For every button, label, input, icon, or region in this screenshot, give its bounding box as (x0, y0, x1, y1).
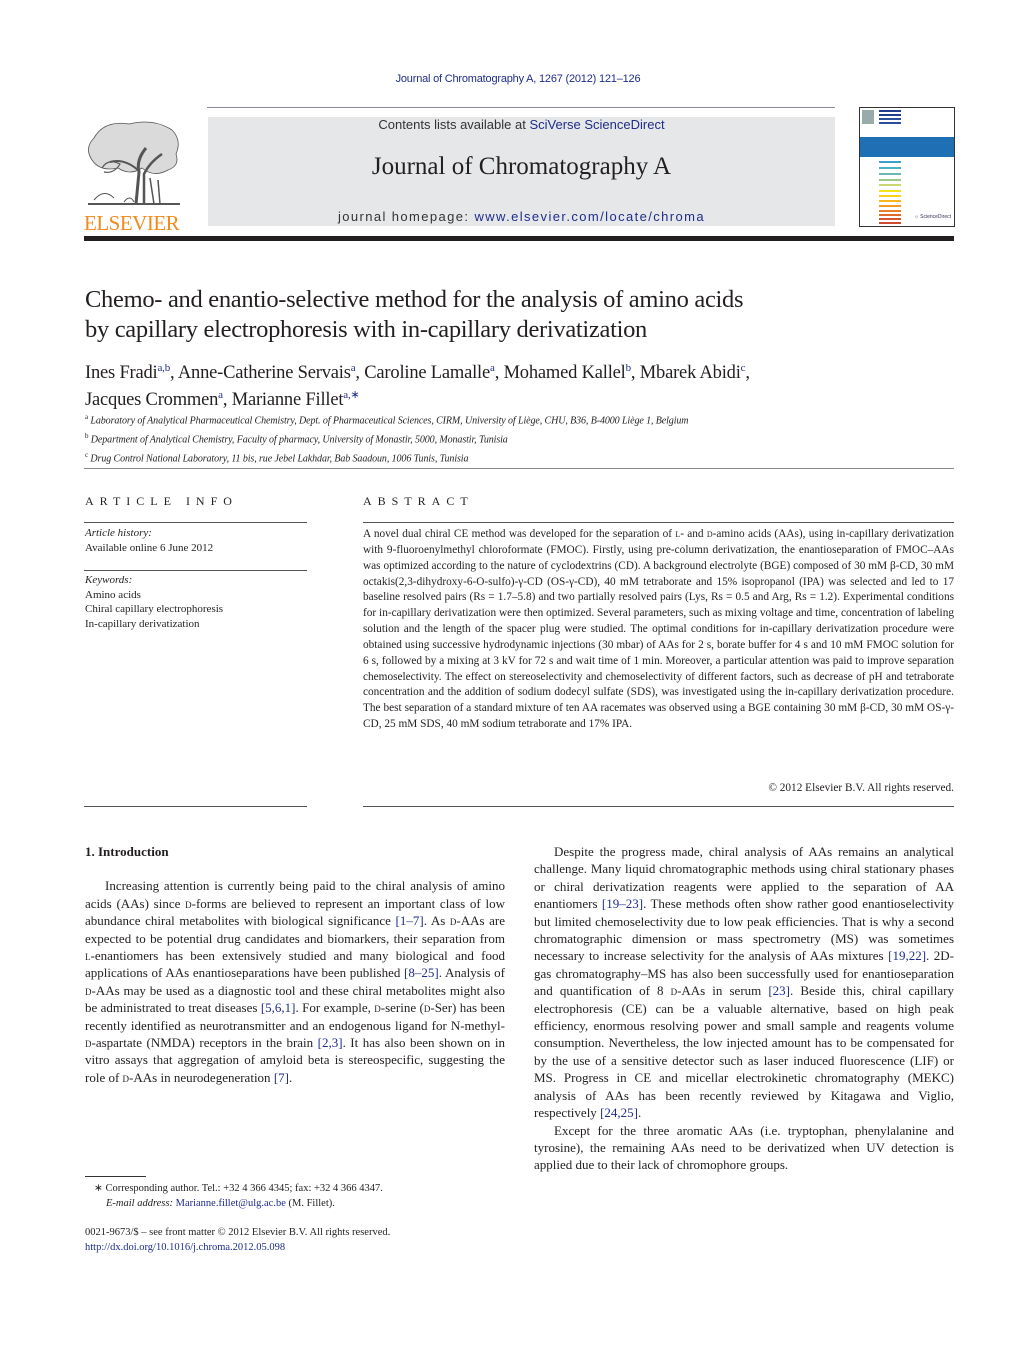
author-list: Ines Fradia,b, Anne-Catherine Servaisa, … (85, 362, 750, 411)
abstract-copyright: © 2012 Elsevier B.V. All rights reserved… (768, 782, 954, 794)
cover-stripe (879, 110, 901, 112)
body-column-right: Despite the progress made, chiral analys… (534, 843, 954, 1174)
reference-link[interactable]: [2,3] (318, 1035, 343, 1050)
body-paragraph: Despite the progress made, chiral analys… (534, 844, 955, 1121)
body-column-left: 1. Introduction Increasing attention is … (85, 843, 505, 1086)
publisher-logo[interactable]: ELSEVIER (84, 118, 186, 235)
keyword: Amino acids (85, 588, 141, 601)
cover-stripe (879, 200, 901, 202)
author-affiliation-marker[interactable]: a (490, 362, 495, 374)
reference-link[interactable]: [24,25] (600, 1105, 638, 1120)
author-name: Jacques Crommen (85, 390, 219, 411)
keywords-rule (84, 570, 307, 571)
cover-stripe (879, 173, 901, 175)
author-affiliation-marker[interactable]: b (626, 362, 632, 374)
reference-link[interactable]: [8–25] (404, 965, 439, 980)
keywords-block: Keywords: Amino acids Chiral capillary e… (85, 573, 307, 631)
reference-link[interactable]: [7] (274, 1070, 289, 1085)
cover-title-band (860, 137, 954, 157)
cover-stripe (879, 167, 901, 169)
article-info-heading: ARTICLE INFO (85, 494, 238, 508)
cover-stripe (879, 222, 901, 224)
header-rule (207, 107, 835, 108)
reference-link[interactable]: [23] (768, 983, 790, 998)
cover-elsevier-icon (862, 110, 874, 124)
affiliation: b Department of Analytical Chemistry, Fa… (85, 431, 508, 446)
homepage-link[interactable]: www.elsevier.com/locate/chroma (474, 209, 705, 224)
cover-stripe (879, 214, 901, 216)
author-email-link[interactable]: Marianne.fillet@ulg.ac.be (176, 1198, 286, 1209)
author-name: Mbarek Abidi (639, 363, 741, 384)
affiliation: a Laboratory of Analytical Pharmaceutica… (85, 413, 689, 427)
article-info-bottom-rule (84, 806, 307, 807)
affiliation: c Drug Control National Laboratory, 11 b… (85, 450, 469, 464)
abstract-text: A novel dual chiral CE method was develo… (363, 528, 954, 731)
keyword: Chiral capillary electrophoresis (85, 603, 224, 615)
cover-stripe (879, 195, 901, 197)
author-affiliation-marker[interactable]: a,∗ (343, 389, 359, 401)
cover-stripe (879, 184, 901, 186)
author-affiliation-marker[interactable]: a (218, 389, 223, 401)
cover-sciencedirect-icon: ☼ ScienceDirect (914, 214, 951, 220)
abstract-heading: ABSTRACT (363, 494, 474, 508)
contents-line: Contents lists available at SciVerse Sci… (378, 117, 665, 132)
corresponding-author-footnote: ∗ Corresponding author. Tel.: +32 4 366 … (94, 1183, 383, 1209)
cover-stripe (879, 179, 901, 181)
author-name: Marianne Fillet (231, 390, 344, 411)
reference-link[interactable]: [19–23] (602, 896, 643, 911)
abstract-bottom-rule (363, 806, 954, 807)
cover-stripe (879, 205, 901, 207)
affiliation-list: a Laboratory of Analytical Pharmaceutica… (85, 410, 955, 466)
author-affiliation-marker[interactable]: a,b (158, 362, 171, 374)
header-thick-rule (84, 236, 954, 241)
footnote-rule (85, 1176, 146, 1177)
journal-cover-icon[interactable]: ☼ ScienceDirect (859, 107, 955, 227)
cover-stripe (879, 218, 901, 220)
cover-stripe (879, 161, 901, 163)
body-paragraph: Except for the three aromatic AAs (i.e. … (534, 1122, 954, 1173)
reference-link[interactable]: [1–7] (396, 913, 424, 928)
front-matter: 0021-9673/$ – see front matter © 2012 El… (85, 1227, 391, 1253)
cover-stripe (879, 190, 901, 192)
author-name: Caroline Lamalle (364, 363, 491, 384)
doi-link[interactable]: http://dx.doi.org/10.1016/j.chroma.2012.… (85, 1242, 285, 1253)
abstract-rule (363, 522, 954, 523)
cover-stripe (879, 114, 901, 116)
author-name: Mohamed Kallel (503, 363, 626, 384)
article-history: Article history: Available online 6 June… (85, 527, 214, 554)
journal-banner: Contents lists available at SciVerse Sci… (208, 117, 835, 226)
elsevier-tree-icon (88, 121, 180, 205)
journal-title: Journal of Chromatography A (371, 153, 672, 180)
sciencedirect-link[interactable]: SciVerse ScienceDirect (529, 117, 664, 132)
cover-stripe (879, 122, 901, 124)
cover-stripe (879, 118, 901, 120)
journal-citation[interactable]: Journal of Chromatography A, 1267 (2012)… (0, 73, 1021, 85)
article-title: Chemo- and enantio-selective method for … (85, 286, 744, 343)
author-name: Anne-Catherine Servais (177, 363, 351, 384)
author-affiliation-marker[interactable]: a (351, 362, 356, 374)
title-rule (84, 468, 954, 469)
author-name: Ines Fradi (85, 363, 158, 384)
author-affiliation-marker[interactable]: c (741, 362, 746, 374)
body-paragraph: Increasing attention is currently being … (85, 878, 506, 1085)
reference-link[interactable]: [5,6,1] (261, 1000, 296, 1015)
section-heading-introduction: 1. Introduction (85, 844, 169, 859)
homepage-line: journal homepage: www.elsevier.com/locat… (337, 209, 706, 224)
reference-link[interactable]: [19,22] (888, 948, 926, 963)
keyword: In-capillary derivatization (85, 617, 200, 630)
elsevier-wordmark: ELSEVIER (84, 211, 180, 235)
cover-stripe (879, 210, 901, 212)
article-info-rule (84, 522, 307, 523)
